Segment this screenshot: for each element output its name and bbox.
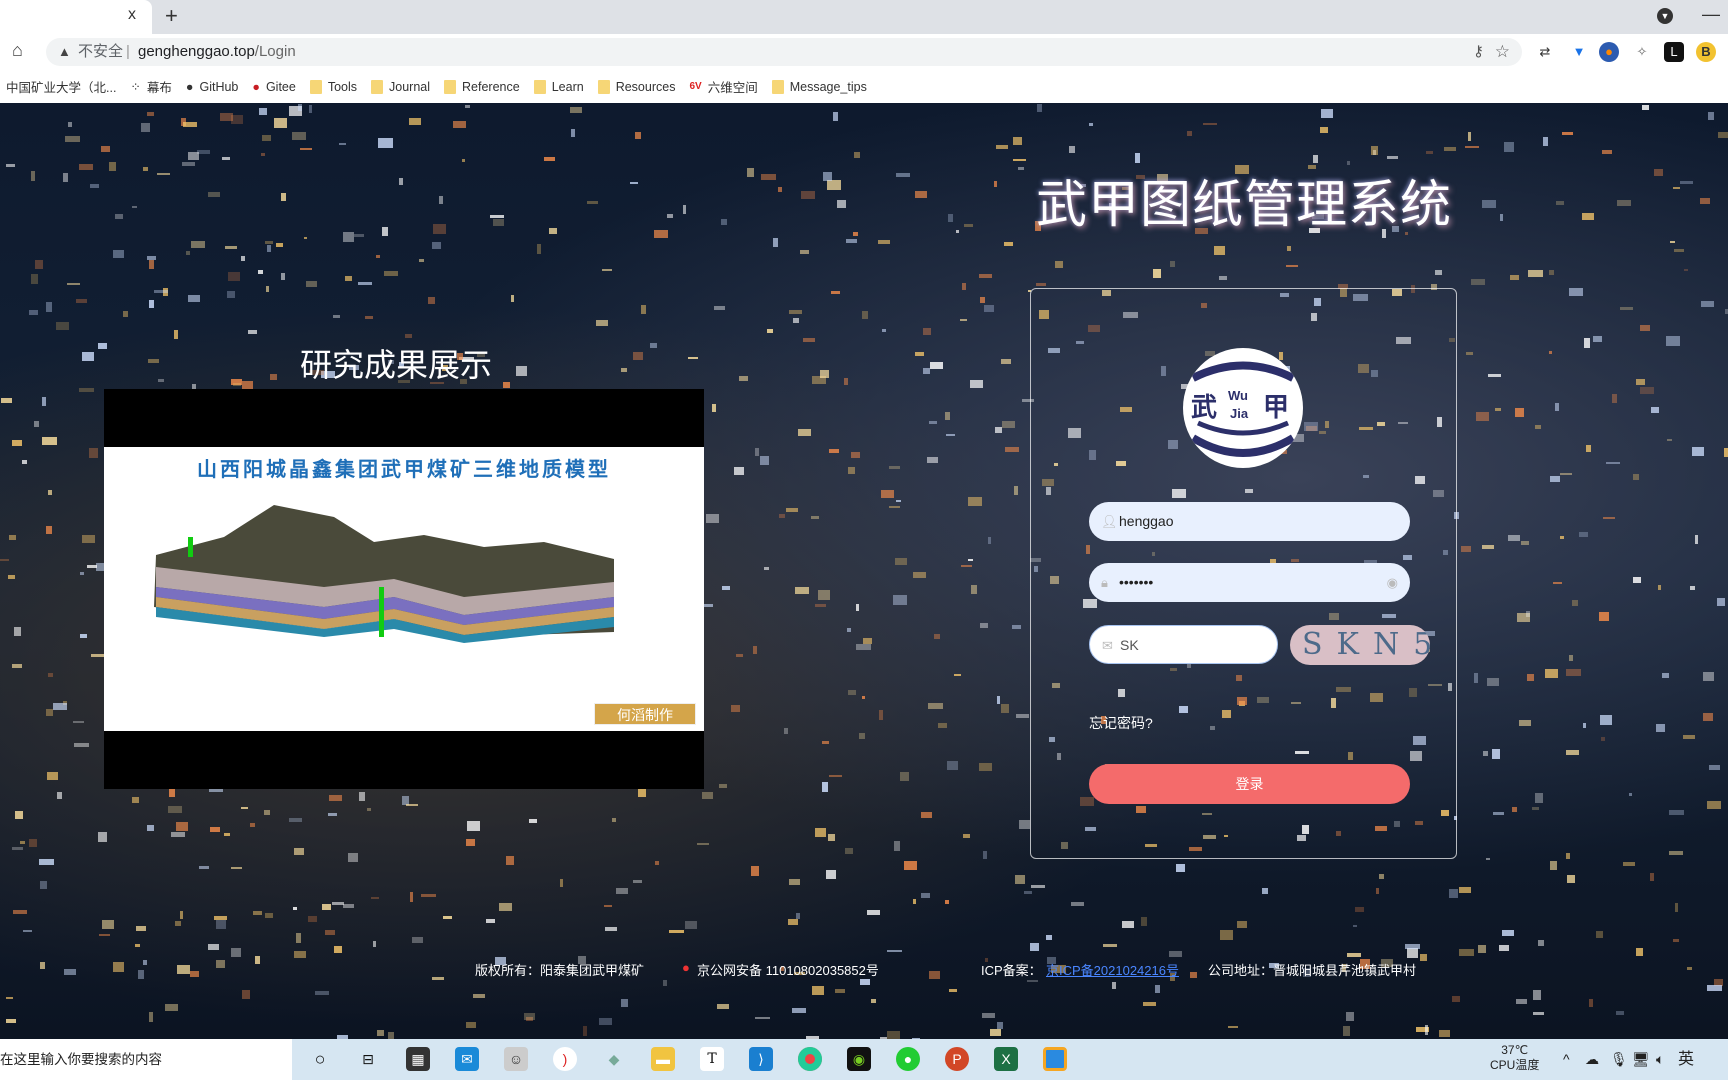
bookmarks-bar: 中国矿业大学（北... ⁘ 幕布 ● GitHub ● Gitee Tools Jou…	[0, 70, 1728, 103]
vscode-icon[interactable]: ⟩	[749, 1047, 773, 1071]
folder-icon	[533, 79, 546, 94]
b-icon[interactable]: B	[1696, 42, 1716, 62]
svg-text:Jia: Jia	[1230, 406, 1249, 421]
bookmark-6v[interactable]: 6V 六维空间	[689, 77, 757, 96]
network-icon[interactable]: 🖥︎	[1632, 1039, 1650, 1080]
bookmark-mubu[interactable]: ⁘ 幕布	[130, 77, 172, 96]
mubu-icon: ⁘	[130, 80, 141, 94]
ime-indicator[interactable]: 英	[1678, 1039, 1694, 1080]
bookmark-resources[interactable]: Resources	[597, 79, 675, 94]
bookmark-cumt[interactable]: 中国矿业大学（北...	[6, 77, 116, 96]
address-bar-row: ⌂ ▲ 不安全 | genghenggao.top/Login ⚷ ☆ ⇄ ▼ …	[0, 34, 1728, 70]
nvidia-icon[interactable]: ◉	[847, 1047, 871, 1071]
mail-app-icon[interactable]: ✉	[455, 1047, 479, 1071]
bookmark-reference[interactable]: Reference	[444, 79, 520, 94]
6v-icon: 6V	[689, 81, 702, 92]
vpn-icon[interactable]: ▼	[1569, 42, 1589, 62]
volume-icon[interactable]: 🔈︎	[1656, 1039, 1664, 1080]
taskbar: 在这里输入你要搜索的内容 ○ ⊟ ▦ ✉ ☺ ) ◆ ▬ T ⟩ ◉ ● P X…	[0, 1039, 1728, 1080]
gitee-icon: ●	[252, 79, 260, 94]
folder-icon	[444, 79, 457, 94]
forgot-password-link[interactable]: 忘记密码?	[1089, 713, 1153, 733]
showcase-title: 研究成果展示	[300, 347, 493, 383]
microphone-icon[interactable]: 🎙︎	[1610, 1039, 1628, 1080]
minimize-button[interactable]: —	[1702, 4, 1720, 25]
url-host: genghenggao.top	[138, 43, 255, 60]
vm-app-icon[interactable]	[1043, 1047, 1067, 1071]
show-hidden-icons[interactable]: ^	[1563, 1039, 1570, 1080]
file-explorer-icon[interactable]: ▬	[651, 1047, 675, 1071]
folder-icon	[597, 79, 610, 94]
icp-label: ICP备案：	[981, 963, 1042, 978]
translate-icon[interactable]: ⇄	[1535, 42, 1555, 62]
bookmark-gitee[interactable]: ● Gitee	[252, 80, 295, 94]
netease-icon[interactable]: )	[553, 1047, 577, 1071]
company-logo: 武 Wu Jia 甲	[1183, 348, 1303, 468]
bookmark-journal[interactable]: Journal	[371, 79, 430, 94]
tab-bar: x + ▼ —	[0, 0, 1728, 34]
address-text: 公司地址：晋城阳城县芹池镇武甲村	[1208, 963, 1417, 978]
folder-icon	[309, 79, 322, 94]
satellite-icon[interactable]: ✧	[1632, 42, 1652, 62]
copyright-text: 版权所有：阳泰集团武甲煤矿	[475, 963, 645, 978]
new-tab-button[interactable]: +	[165, 3, 178, 29]
wechat-icon[interactable]: ●	[896, 1047, 920, 1071]
username-input[interactable]: 👤︎ henggao	[1089, 502, 1410, 541]
address-bar[interactable]: ▲ 不安全 | genghenggao.top/Login ⚷ ☆	[46, 38, 1522, 66]
captcha-image[interactable]: SKN5	[1290, 625, 1430, 665]
git-app-icon[interactable]: ◆	[602, 1047, 626, 1071]
key-icon[interactable]: ⚷	[1473, 38, 1484, 66]
divider: |	[126, 43, 130, 60]
taskbar-search[interactable]: 在这里输入你要搜索的内容	[0, 1039, 292, 1080]
icp-link[interactable]: 京ICP备2021024216号	[1046, 963, 1179, 978]
chrome-icon[interactable]	[798, 1047, 822, 1071]
task-view-icon[interactable]: ⊟	[356, 1047, 380, 1071]
home-icon[interactable]: ⌂	[12, 40, 23, 61]
svg-text:武: 武	[1191, 392, 1217, 422]
github-icon: ●	[185, 79, 194, 94]
typora-icon[interactable]: T	[700, 1047, 724, 1071]
close-tab-icon[interactable]: x	[128, 6, 136, 24]
url-text[interactable]: genghenggao.top/Login	[138, 38, 296, 66]
bookmark-github[interactable]: ● GitHub	[186, 80, 238, 94]
svg-text:甲: 甲	[1263, 392, 1289, 422]
video-player[interactable]: 山西阳城晶鑫集团武甲煤矿三维地质模型 何滔制作	[104, 389, 704, 789]
warning-icon[interactable]: ▲	[58, 38, 71, 66]
security-label[interactable]: 不安全	[78, 38, 123, 66]
police-record-link[interactable]: 京公网安备 11010802035852号	[697, 960, 879, 979]
browser-tab[interactable]: x	[0, 0, 152, 34]
tab-search-icon[interactable]: ▼	[1657, 8, 1673, 24]
captcha-input[interactable]: ✉ SK	[1089, 625, 1278, 664]
login-button[interactable]: 登录	[1089, 764, 1410, 804]
cortana-icon[interactable]: ○	[308, 1047, 332, 1071]
firefox-like-icon[interactable]: ●	[1599, 42, 1619, 62]
bookmark-tools[interactable]: Tools	[309, 79, 357, 94]
folder-icon	[771, 79, 784, 94]
video-badge: 何滔制作	[594, 703, 696, 725]
password-input[interactable]: 🔒︎ ••••••• ◉	[1089, 563, 1410, 602]
url-path: /Login	[254, 43, 296, 60]
bookmark-learn[interactable]: Learn	[533, 79, 584, 94]
onedrive-icon[interactable]: ☁	[1585, 1039, 1599, 1080]
svg-text:Wu: Wu	[1228, 388, 1248, 403]
user-icon: 👤︎	[1101, 514, 1118, 529]
video-frame: 山西阳城晶鑫集团武甲煤矿三维地质模型 何滔制作	[104, 447, 704, 731]
cpu-temp-widget[interactable]: 37℃ CPU温度	[1490, 1043, 1539, 1084]
store-icon[interactable]: ▦	[406, 1047, 430, 1071]
powerpoint-icon[interactable]: P	[945, 1047, 969, 1071]
geology-model-image	[154, 505, 614, 643]
monitor-app-icon[interactable]: ☺	[504, 1047, 528, 1071]
show-password-icon[interactable]: ◉	[1387, 563, 1398, 602]
police-badge-icon: ●	[682, 960, 690, 975]
login-page: 研究成果展示 山西阳城晶鑫集团武甲煤矿三维地质模型 何滔制作 武甲图纸管理系统 …	[0, 103, 1728, 1039]
folder-icon	[371, 79, 384, 94]
bookmark-message-tips[interactable]: Message_tips	[771, 79, 867, 94]
lock-icon: 🔒︎	[1101, 575, 1108, 590]
bookmark-star-icon[interactable]: ☆	[1495, 38, 1510, 66]
l-icon[interactable]: L	[1664, 42, 1684, 62]
mail-icon: ✉	[1102, 638, 1113, 653]
system-title: 武甲图纸管理系统	[1035, 176, 1452, 233]
excel-icon[interactable]: X	[994, 1047, 1018, 1071]
